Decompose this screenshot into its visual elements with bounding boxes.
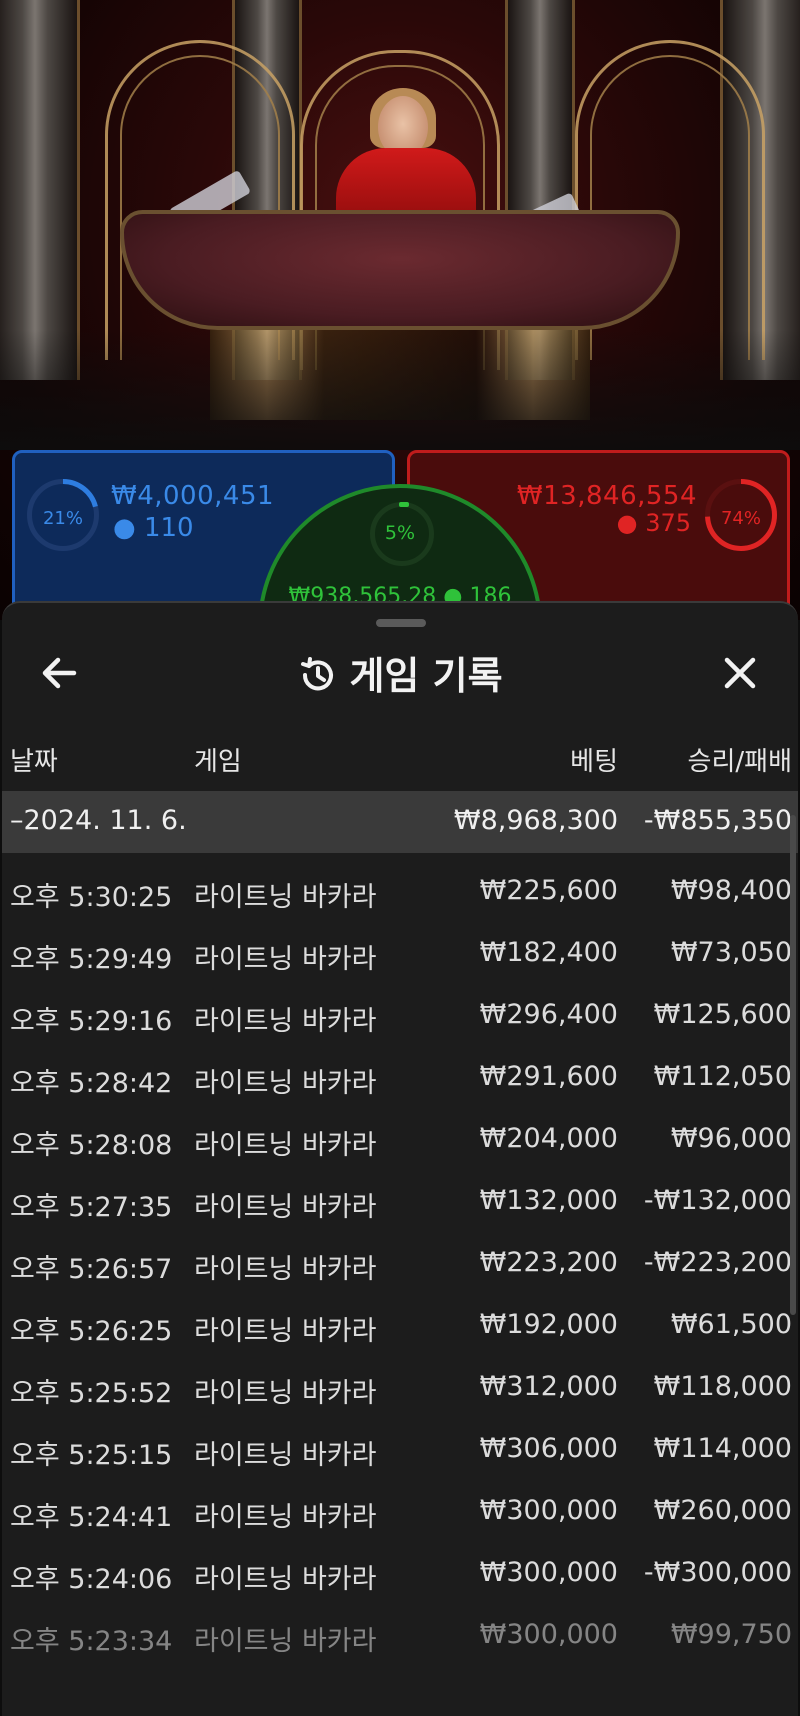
banker-bet-amount: ₩13,846,554 — [516, 481, 697, 511]
row-time: 오후 5:24:41 — [10, 1502, 173, 1533]
row-game-name: 라이트닝 바카라 — [194, 1192, 377, 1223]
row-bet-amount: ₩225,600 — [479, 875, 618, 906]
history-list: 오후 5:30:25 라이트닝 바카라 ₩225,600 ₩98,400 오후 5:29… — [2, 861, 798, 1667]
row-game-name: 라이트닝 바카라 — [194, 1378, 377, 1409]
row-bet-amount: ₩192,000 — [479, 1309, 618, 1340]
row-bet-amount: ₩300,000 — [479, 1495, 618, 1526]
column-header-win-loss[interactable]: 승리/패배 — [688, 741, 792, 778]
sheet-header: 게임 기록 — [2, 633, 798, 713]
date-group-win-loss-total: -₩855,350 — [643, 805, 792, 836]
player-percent: 21% — [42, 508, 83, 529]
history-row[interactable]: 오후 5:26:25 라이트닝 바카라 ₩192,000 ₩61,500 — [2, 1295, 798, 1357]
row-time: 오후 5:23:34 — [10, 1626, 173, 1657]
row-game-name: 라이트닝 바카라 — [194, 1316, 377, 1347]
row-win-loss: ₩73,050 — [670, 937, 792, 968]
row-time: 오후 5:27:35 — [10, 1192, 173, 1223]
history-row[interactable]: 오후 5:25:15 라이트닝 바카라 ₩306,000 ₩114,000 — [2, 1419, 798, 1481]
row-game-name: 라이트닝 바카라 — [194, 1068, 377, 1099]
scrollbar[interactable] — [790, 815, 796, 1315]
column-header-date[interactable]: 날짜 — [10, 741, 58, 778]
row-win-loss: ₩98,400 — [670, 875, 792, 906]
row-bet-amount: ₩223,200 — [479, 1247, 618, 1278]
game-history-sheet: 게임 기록 날짜 게임 베팅 승리/패배 –2024. 11. 6. ₩8,96… — [2, 601, 798, 1716]
history-row[interactable]: 오후 5:24:06 라이트닝 바카라 ₩300,000 -₩300,000 — [2, 1543, 798, 1605]
history-icon — [301, 657, 334, 691]
row-win-loss: ₩96,000 — [670, 1123, 792, 1154]
person-icon: ● — [616, 509, 638, 537]
row-bet-amount: ₩300,000 — [479, 1619, 618, 1650]
row-game-name: 라이트닝 바카라 — [194, 1440, 377, 1471]
row-game-name: 라이트닝 바카라 — [194, 1254, 377, 1285]
row-bet-amount: ₩306,000 — [479, 1433, 618, 1464]
row-game-name: 라이트닝 바카라 — [194, 944, 377, 975]
sheet-title-wrap: 게임 기록 — [2, 645, 798, 700]
row-win-loss: ₩61,500 — [670, 1309, 792, 1340]
history-row[interactable]: 오후 5:28:42 라이트닝 바카라 ₩291,600 ₩112,050 — [2, 1047, 798, 1109]
row-win-loss: -₩132,000 — [643, 1185, 792, 1216]
row-time: 오후 5:25:15 — [10, 1440, 173, 1471]
pillar — [0, 0, 80, 380]
row-time: 오후 5:26:25 — [10, 1316, 173, 1347]
row-game-name: 라이트닝 바카라 — [194, 1626, 377, 1657]
row-win-loss: ₩125,600 — [653, 999, 792, 1030]
date-group-row[interactable]: –2024. 11. 6. ₩8,968,300 -₩855,350 — [2, 791, 798, 853]
row-game-name: 라이트닝 바카라 — [194, 1006, 377, 1037]
row-time: 오후 5:30:25 — [10, 882, 173, 913]
player-bet-amount: ₩4,000,451 — [111, 481, 275, 511]
banker-percent-ring: 74% — [705, 479, 777, 551]
row-bet-amount: ₩312,000 — [479, 1371, 618, 1402]
date-group-bet-total: ₩8,968,300 — [453, 805, 618, 836]
sheet-title: 게임 기록 — [349, 654, 503, 698]
row-win-loss: ₩118,000 — [653, 1371, 792, 1402]
row-time: 오후 5:26:57 — [10, 1254, 173, 1285]
row-win-loss: ₩114,000 — [653, 1433, 792, 1464]
row-game-name: 라이트닝 바카라 — [194, 1502, 377, 1533]
baccarat-table — [120, 210, 680, 330]
row-bet-amount: ₩204,000 — [479, 1123, 618, 1154]
row-time: 오후 5:29:16 — [10, 1006, 173, 1037]
row-time: 오후 5:29:49 — [10, 944, 173, 975]
banker-percent: 74% — [720, 508, 761, 529]
row-win-loss: ₩112,050 — [653, 1061, 792, 1092]
banker-bet-count: 375 — [645, 509, 691, 537]
tie-percent: 5% — [384, 522, 416, 544]
history-row[interactable]: 오후 5:24:41 라이트닝 바카라 ₩300,000 ₩260,000 — [2, 1481, 798, 1543]
player-percent-ring: 21% — [27, 479, 99, 551]
history-row[interactable]: 오후 5:26:57 라이트닝 바카라 ₩223,200 -₩223,200 — [2, 1233, 798, 1295]
player-bet-count: 110 — [143, 513, 194, 543]
row-time: 오후 5:28:42 — [10, 1068, 173, 1099]
row-time: 오후 5:24:06 — [10, 1564, 173, 1595]
column-header-bet[interactable]: 베팅 — [570, 741, 618, 778]
row-bet-amount: ₩300,000 — [479, 1557, 618, 1588]
row-game-name: 라이트닝 바카라 — [194, 882, 377, 913]
history-row[interactable]: 오후 5:30:25 라이트닝 바카라 ₩225,600 ₩98,400 — [2, 861, 798, 923]
history-row[interactable]: 오후 5:29:16 라이트닝 바카라 ₩296,400 ₩125,600 — [2, 985, 798, 1047]
person-icon: ● — [113, 513, 136, 543]
row-game-name: 라이트닝 바카라 — [194, 1130, 377, 1161]
history-row[interactable]: 오후 5:23:34 라이트닝 바카라 ₩300,000 ₩99,750 — [2, 1605, 798, 1667]
row-bet-amount: ₩132,000 — [479, 1185, 618, 1216]
row-time: 오후 5:25:52 — [10, 1378, 173, 1409]
row-bet-amount: ₩182,400 — [479, 937, 618, 968]
sheet-drag-handle[interactable] — [376, 619, 426, 627]
row-win-loss: ₩260,000 — [653, 1495, 792, 1526]
table-header: 날짜 게임 베팅 승리/패배 — [2, 741, 798, 781]
history-row[interactable]: 오후 5:29:49 라이트닝 바카라 ₩182,400 ₩73,050 — [2, 923, 798, 985]
close-button[interactable] — [712, 645, 768, 701]
row-bet-amount: ₩296,400 — [479, 999, 618, 1030]
row-win-loss: ₩99,750 — [670, 1619, 792, 1650]
row-bet-amount: ₩291,600 — [479, 1061, 618, 1092]
history-row[interactable]: 오후 5:27:35 라이트닝 바카라 ₩132,000 -₩132,000 — [2, 1171, 798, 1233]
row-win-loss: -₩300,000 — [643, 1557, 792, 1588]
scene-fade — [0, 330, 800, 450]
column-header-game[interactable]: 게임 — [194, 741, 242, 778]
close-icon — [724, 657, 756, 689]
history-row[interactable]: 오후 5:28:08 라이트닝 바카라 ₩204,000 ₩96,000 — [2, 1109, 798, 1171]
history-row[interactable]: 오후 5:25:52 라이트닝 바카라 ₩312,000 ₩118,000 — [2, 1357, 798, 1419]
row-game-name: 라이트닝 바카라 — [194, 1564, 377, 1595]
date-group-label: –2024. 11. 6. — [10, 805, 187, 836]
row-win-loss: -₩223,200 — [643, 1247, 792, 1278]
row-time: 오후 5:28:08 — [10, 1130, 173, 1161]
